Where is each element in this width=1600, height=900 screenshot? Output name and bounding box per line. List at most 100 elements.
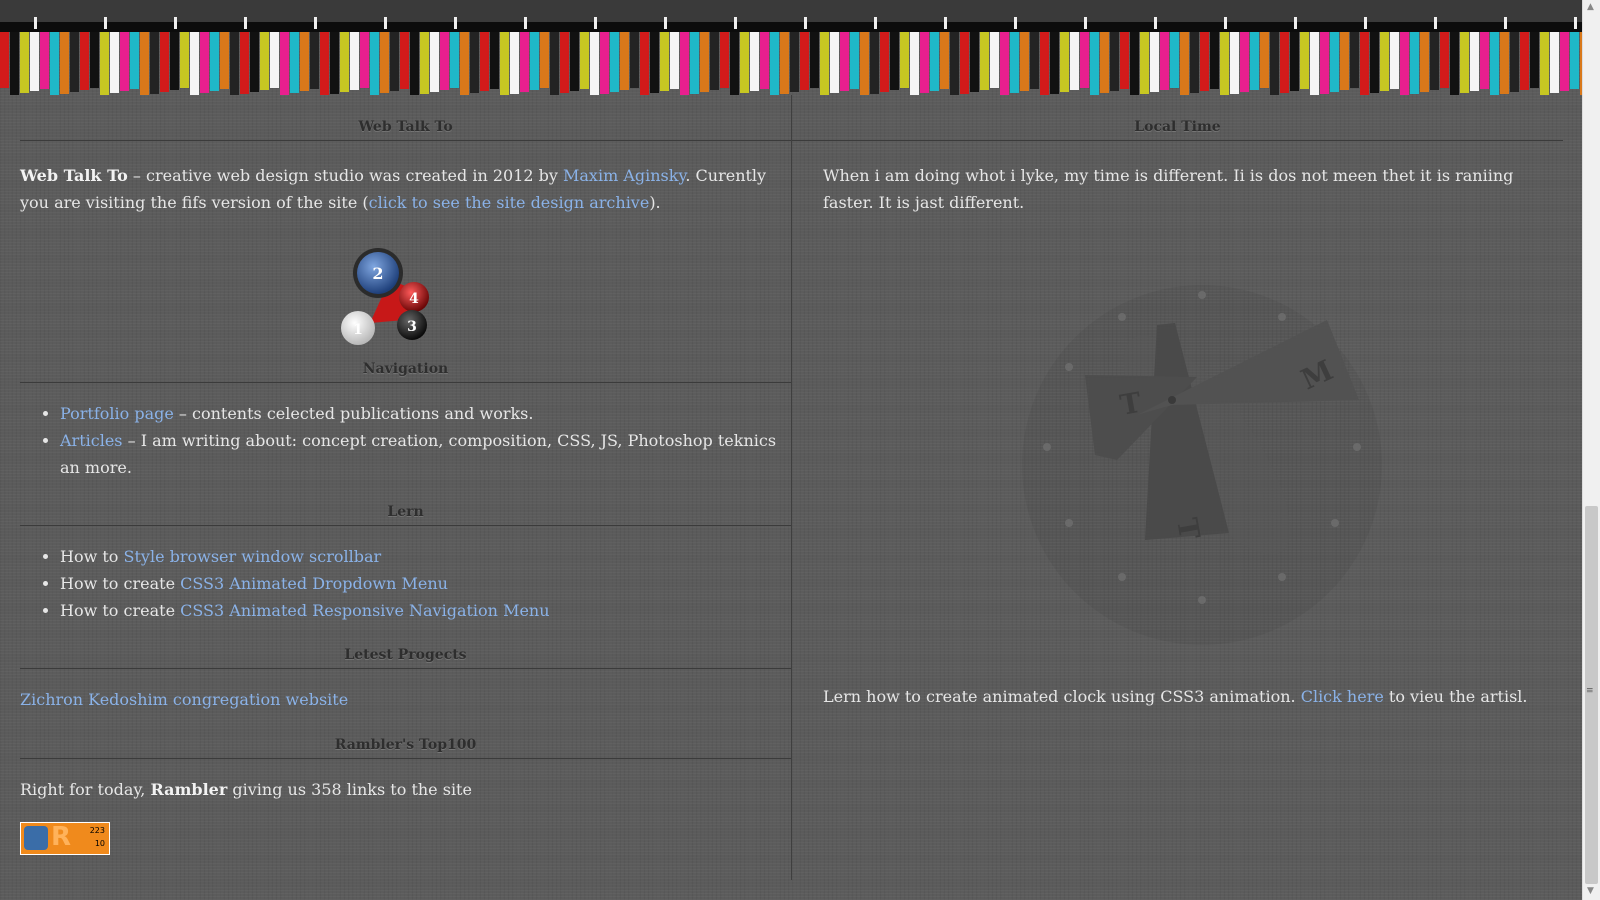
banner-stripe bbox=[1550, 32, 1559, 93]
banner-stripe bbox=[980, 32, 989, 90]
rambler-text-part: Right for today, bbox=[20, 780, 151, 799]
lern-list: How to Style browser window scrollbar Ho… bbox=[20, 543, 791, 624]
banner-stripe bbox=[350, 32, 359, 90]
scroll-down-arrow-icon[interactable]: ▼ bbox=[1587, 886, 1594, 896]
banner-pin bbox=[1294, 17, 1297, 29]
rambler-counter-badge[interactable]: R 223 10 bbox=[20, 822, 110, 855]
clock-text-part: to vieu the artisl. bbox=[1383, 687, 1528, 706]
banner-stripe bbox=[870, 32, 879, 94]
rambler-section: Rambler's Top100 Right for today, Ramble… bbox=[20, 737, 791, 855]
ball-4-label: 4 bbox=[409, 291, 419, 307]
articles-link[interactable]: Articles bbox=[60, 431, 123, 450]
local-time-text: When i am doing whot i lyke, my time is … bbox=[823, 166, 1514, 212]
author-link[interactable]: Maxim Aginsky bbox=[563, 166, 685, 185]
projects-title: Letest Progects bbox=[20, 647, 791, 669]
banner-stripe bbox=[1480, 32, 1489, 89]
banner-stripe bbox=[750, 32, 759, 91]
banner-stripe bbox=[920, 32, 929, 93]
banner-stripe bbox=[380, 32, 389, 93]
banner-stripe bbox=[1250, 32, 1259, 90]
banner-stripe bbox=[710, 32, 719, 90]
banner-stripe bbox=[120, 32, 129, 91]
banner-stripe bbox=[950, 32, 959, 96]
banner-stripe bbox=[1260, 32, 1269, 88]
banner-stripe bbox=[730, 32, 739, 95]
clock-center-pin bbox=[1168, 396, 1176, 404]
banner-stripe bbox=[690, 32, 699, 94]
banner-stripe bbox=[470, 32, 479, 93]
banner-stripe bbox=[1130, 32, 1139, 96]
banner-stripe bbox=[180, 32, 189, 88]
navigation-list: Portfolio page – contents celected publi… bbox=[20, 400, 791, 481]
banner-stripe bbox=[570, 32, 579, 91]
banner-pin bbox=[104, 17, 107, 29]
list-item: Articles – I am writing about: concept c… bbox=[60, 427, 791, 481]
banner-stripe bbox=[270, 32, 279, 88]
responsive-nav-tutorial-link[interactable]: CSS3 Animated Responsive Navigation Menu bbox=[180, 601, 549, 620]
list-item: Portfolio page – contents celected publi… bbox=[60, 400, 791, 427]
project-link[interactable]: Zichron Kedoshim congregation website bbox=[20, 690, 348, 709]
banner-stripe bbox=[260, 32, 269, 90]
banner-stripe bbox=[1050, 32, 1059, 94]
banner-stripe bbox=[630, 32, 639, 88]
banner-stripe bbox=[1190, 32, 1199, 93]
clock-tutorial-link[interactable]: Click here bbox=[1301, 687, 1384, 706]
banner-stripe bbox=[610, 32, 619, 92]
banner-stripe bbox=[890, 32, 899, 90]
window-scrollbar[interactable]: ▲ ≡ ▼ bbox=[1582, 0, 1600, 900]
dropdown-tutorial-link[interactable]: CSS3 Animated Dropdown Menu bbox=[180, 574, 448, 593]
banner-stripe bbox=[930, 32, 939, 91]
banner-stripe bbox=[1000, 32, 1009, 95]
banner-stripe bbox=[1340, 32, 1349, 90]
banner-stripe bbox=[640, 32, 649, 95]
navigation-graphic[interactable]: 2 4 3 1 bbox=[330, 245, 430, 349]
banner-stripe bbox=[70, 32, 79, 92]
navigation-section: Navigation Portfolio page – contents cel… bbox=[20, 361, 791, 481]
navigation-title: Navigation bbox=[20, 361, 791, 383]
banner-stripe bbox=[500, 32, 509, 96]
banner-stripe bbox=[590, 32, 599, 96]
list-item-text: – contents celected publications and wor… bbox=[173, 404, 534, 423]
banner-stripe bbox=[1220, 32, 1229, 96]
banner-pin bbox=[1364, 17, 1367, 29]
portfolio-link[interactable]: Portfolio page bbox=[60, 404, 174, 423]
banner-top-band bbox=[0, 0, 1582, 22]
banner-stripe bbox=[760, 32, 769, 89]
banner-stripe bbox=[1560, 32, 1569, 91]
left-column: Web Talk To Web Talk To – creative web d… bbox=[20, 95, 791, 880]
banner-stripe bbox=[580, 32, 589, 89]
banner-black-band bbox=[0, 22, 1582, 32]
banner-stripe bbox=[1060, 32, 1069, 92]
banner-stripe bbox=[200, 32, 209, 93]
banner-pin bbox=[454, 17, 457, 29]
banner-pin bbox=[524, 17, 527, 29]
archive-link[interactable]: click to see the site design archive bbox=[369, 193, 650, 212]
banner-stripe bbox=[520, 32, 529, 92]
banner-stripe bbox=[1430, 32, 1439, 90]
banner-pin bbox=[174, 17, 177, 29]
rambler-brand: Rambler bbox=[150, 780, 228, 799]
banner-stripe bbox=[410, 32, 419, 96]
banner-stripe bbox=[560, 32, 569, 93]
list-item: How to create CSS3 Animated Responsive N… bbox=[60, 597, 791, 624]
banner-stripe bbox=[1150, 32, 1159, 92]
banner-stripe bbox=[900, 32, 909, 88]
about-text-part: ). bbox=[649, 193, 661, 212]
scrollbar-grip-icon: ≡ bbox=[1586, 686, 1594, 696]
banner-pin bbox=[734, 17, 737, 29]
banner-stripe bbox=[1490, 32, 1499, 96]
banner-pin bbox=[1224, 17, 1227, 29]
banner-stripe bbox=[990, 32, 999, 88]
scroll-up-arrow-icon[interactable]: ▲ bbox=[1587, 2, 1594, 12]
banner-stripe bbox=[480, 32, 489, 91]
banner-stripe bbox=[1360, 32, 1369, 95]
banner-stripe bbox=[440, 32, 449, 90]
banner-pin bbox=[314, 17, 317, 29]
banner-stripe bbox=[1010, 32, 1019, 93]
banner-stripe bbox=[700, 32, 709, 92]
banner-stripe bbox=[1300, 32, 1309, 89]
about-section: Web Talk To Web Talk To – creative web d… bbox=[20, 95, 791, 216]
list-item: How to Style browser window scrollbar bbox=[60, 543, 791, 570]
scrollbar-tutorial-link[interactable]: Style browser window scrollbar bbox=[124, 547, 382, 566]
banner-stripe bbox=[1020, 32, 1029, 91]
